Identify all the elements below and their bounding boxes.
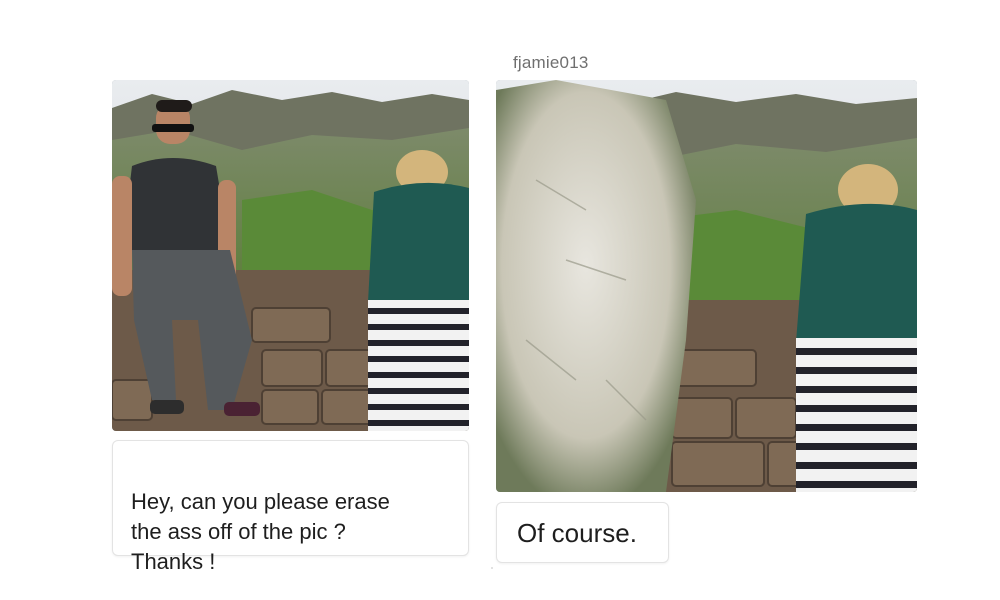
edited-photo [496,80,917,492]
request-message-bubble: Hey, can you please erase the ass off of… [112,440,469,574]
original-photo-scene [112,80,469,431]
reply-message-text: Of course. [517,518,637,548]
reply-message-bubble: Of course. [496,502,669,563]
woman-figure [796,164,917,492]
decorative-dot [491,567,493,569]
edited-photo-scene [496,80,917,492]
request-message-text: Hey, can you please erase the ass off of… [131,489,390,574]
woman-figure [368,150,469,431]
weathered-patch [496,80,696,492]
username-label[interactable]: fjamie013 [513,53,589,73]
original-photo [112,80,469,431]
